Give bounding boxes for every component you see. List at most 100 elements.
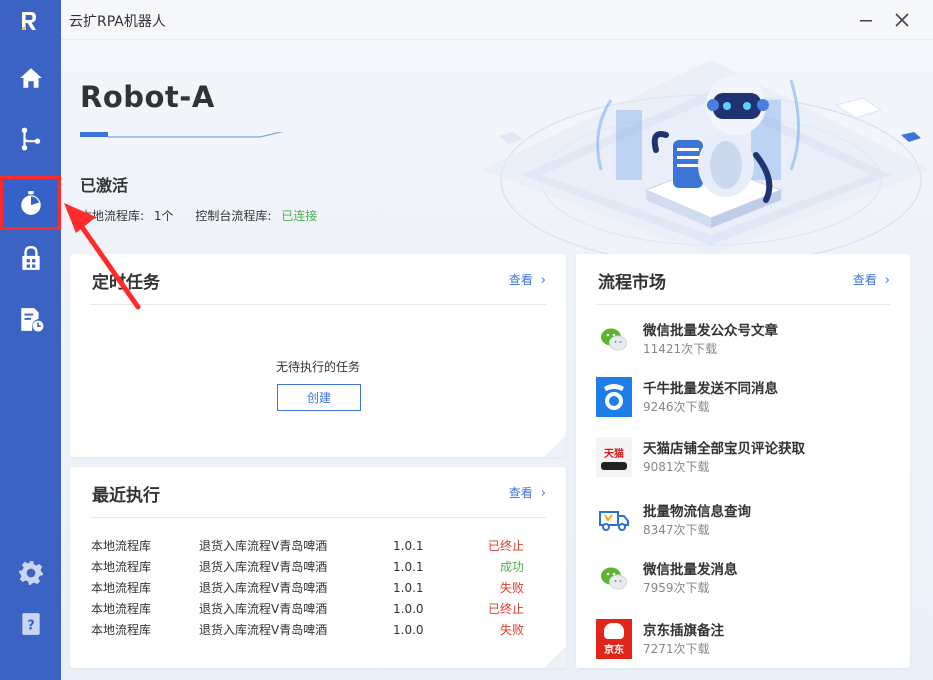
card-title: 最近执行 <box>92 486 160 506</box>
view-link-label: 查看 <box>508 273 533 287</box>
run-version: 1.0.1 <box>393 580 424 595</box>
card-title: 流程市场 <box>598 273 666 293</box>
activation-status: 已激活 <box>80 176 129 195</box>
lock-icon <box>21 245 40 270</box>
console-library-label: 控制台流程库: <box>195 209 272 223</box>
local-library-count: 1个 <box>153 209 174 223</box>
library-status: 本地流程库: 1个 控制台流程库: 已连接 <box>80 207 317 224</box>
home-icon <box>19 68 42 88</box>
scheduled-tasks-card: 定时任务 查看 › 无待执行的任务 创建 <box>70 254 566 457</box>
sidebar-item-flow[interactable] <box>0 116 61 162</box>
local-library-label: 本地流程库: <box>80 209 145 223</box>
title-underline <box>80 132 284 138</box>
market-item-downloads: 9246次下载 <box>643 400 710 414</box>
run-status: 已终止 <box>487 602 524 616</box>
view-scheduled-link[interactable]: 查看 › <box>509 271 546 288</box>
main-content: Robot-A 已激活 本地流程库: 1个 控制台流程库: 已连接 定时任务 查… <box>61 40 933 680</box>
run-version: 1.0.1 <box>393 559 424 574</box>
timer-icon <box>20 191 41 215</box>
help-book-icon: ? <box>21 613 40 635</box>
run-library: 本地流程库 <box>91 560 152 574</box>
view-link-label: 查看 <box>508 486 533 500</box>
run-process-name: 退货入库流程V青岛啤酒 <box>199 581 328 595</box>
market-item-downloads: 8347次下载 <box>643 523 710 537</box>
svg-text:?: ? <box>27 618 35 633</box>
market-item-name: 微信批量发消息 <box>643 562 738 578</box>
run-version: 1.0.0 <box>393 601 424 616</box>
run-version: 1.0.0 <box>393 622 424 637</box>
window-title: 云扩RPA机器人 <box>69 14 166 30</box>
table-row[interactable]: 本地流程库 退货入库流程V青岛啤酒 1.0.1 已终止 <box>91 535 524 556</box>
market-item-downloads: 9081次下载 <box>643 460 710 474</box>
market-item-name: 微信批量发公众号文章 <box>643 323 778 339</box>
jd-logo-text: 京东 <box>604 644 624 656</box>
market-item[interactable]: 批量物流信息查询 8347次下载 <box>596 500 896 542</box>
market-item-name: 千牛批量发送不同消息 <box>643 381 778 397</box>
card-header: 流程市场 查看 › <box>596 254 890 305</box>
recent-runs-table: 本地流程库 退货入库流程V青岛啤酒 1.0.1 已终止 本地流程库 退货入库流程V青岛啤酒… <box>91 535 524 640</box>
table-row[interactable]: 本地流程库 退货入库流程V青岛啤酒 1.0.1 成功 <box>91 556 524 577</box>
card-title: 定时任务 <box>92 273 160 293</box>
sidebar-item-lock[interactable] <box>0 235 61 281</box>
view-recent-link[interactable]: 查看 › <box>509 484 546 501</box>
sidebar-item-logs[interactable] <box>0 296 61 342</box>
card-corner <box>544 646 566 668</box>
run-status: 已终止 <box>487 539 524 553</box>
market-item-name: 京东插旗备注 <box>643 623 724 639</box>
console-library-status: 已连接 <box>281 209 318 223</box>
table-row[interactable]: 本地流程库 退货入库流程V青岛啤酒 1.0.1 失败 <box>91 577 524 598</box>
market-item-downloads: 7271次下载 <box>643 642 710 656</box>
file-clock-icon <box>20 308 43 332</box>
run-library: 本地流程库 <box>91 539 152 553</box>
tmall-cat-icon <box>601 461 627 470</box>
market-item[interactable]: 千牛批量发送不同消息 9246次下载 <box>596 377 896 419</box>
chevron-right-icon: › <box>540 273 546 288</box>
card-header: 定时任务 查看 › <box>90 254 546 305</box>
gear-icon <box>18 561 43 585</box>
view-link-label: 查看 <box>852 273 877 287</box>
qianniu-icon <box>596 377 632 417</box>
wechat-icon <box>596 319 632 359</box>
table-row[interactable]: 本地流程库 退货入库流程V青岛啤酒 1.0.0 失败 <box>91 619 524 640</box>
market-item-name: 天猫店铺全部宝贝评论获取 <box>643 441 805 457</box>
robot-name: Robot-A <box>80 80 215 114</box>
minimize-button[interactable] <box>852 6 880 34</box>
robot-illustration <box>481 60 931 255</box>
card-corner <box>544 435 566 457</box>
sidebar-item-schedule[interactable] <box>0 176 61 230</box>
view-market-link[interactable]: 查看 › <box>853 271 890 288</box>
app-logo-icon <box>22 12 36 30</box>
sidebar-item-settings[interactable] <box>0 550 61 596</box>
run-status: 成功 <box>499 560 524 574</box>
jd-icon: 京东 <box>596 619 632 659</box>
sidebar-item-help[interactable]: ? <box>0 601 61 647</box>
create-task-button[interactable]: 创建 <box>277 384 361 411</box>
chevron-right-icon: › <box>884 273 890 288</box>
market-item[interactable]: 天猫 天猫店铺全部宝贝评论获取 9081次下载 <box>596 437 896 479</box>
wechat-icon <box>596 558 632 598</box>
sidebar-item-home[interactable] <box>0 55 61 101</box>
market-item[interactable]: 京东 京东插旗备注 7271次下载 <box>596 619 896 661</box>
minimize-icon <box>860 20 872 22</box>
table-row[interactable]: 本地流程库 退货入库流程V青岛啤酒 1.0.0 已终止 <box>91 598 524 619</box>
card-header: 最近执行 查看 › <box>90 467 546 518</box>
market-item-downloads: 7959次下载 <box>643 581 710 595</box>
market-item[interactable]: 微信批量发消息 7959次下载 <box>596 558 896 600</box>
recent-executions-card: 最近执行 查看 › 本地流程库 退货入库流程V青岛啤酒 1.0.1 已终止 本地流程库 退货… <box>70 467 566 668</box>
run-library: 本地流程库 <box>91 602 152 616</box>
market-item[interactable]: 微信批量发公众号文章 11421次下载 <box>596 319 896 361</box>
market-item-name: 批量物流信息查询 <box>643 504 751 520</box>
run-process-name: 退货入库流程V青岛啤酒 <box>199 602 328 616</box>
run-process-name: 退货入库流程V青岛啤酒 <box>199 539 328 553</box>
run-process-name: 退货入库流程V青岛啤酒 <box>199 560 328 574</box>
run-status: 失败 <box>499 581 524 595</box>
process-market-card: 流程市场 查看 › 微信批量发公众号文章 11421次下载千牛批量发送不同消息 924… <box>576 254 910 668</box>
tmall-logo-text: 天猫 <box>604 448 624 460</box>
title-bar: 云扩RPA机器人 <box>61 0 933 40</box>
jd-dog-icon <box>604 622 624 639</box>
sidebar: ? <box>0 0 61 680</box>
run-library: 本地流程库 <box>91 623 152 637</box>
truck-icon <box>596 500 632 540</box>
close-button[interactable] <box>888 6 916 34</box>
run-version: 1.0.1 <box>393 538 424 553</box>
